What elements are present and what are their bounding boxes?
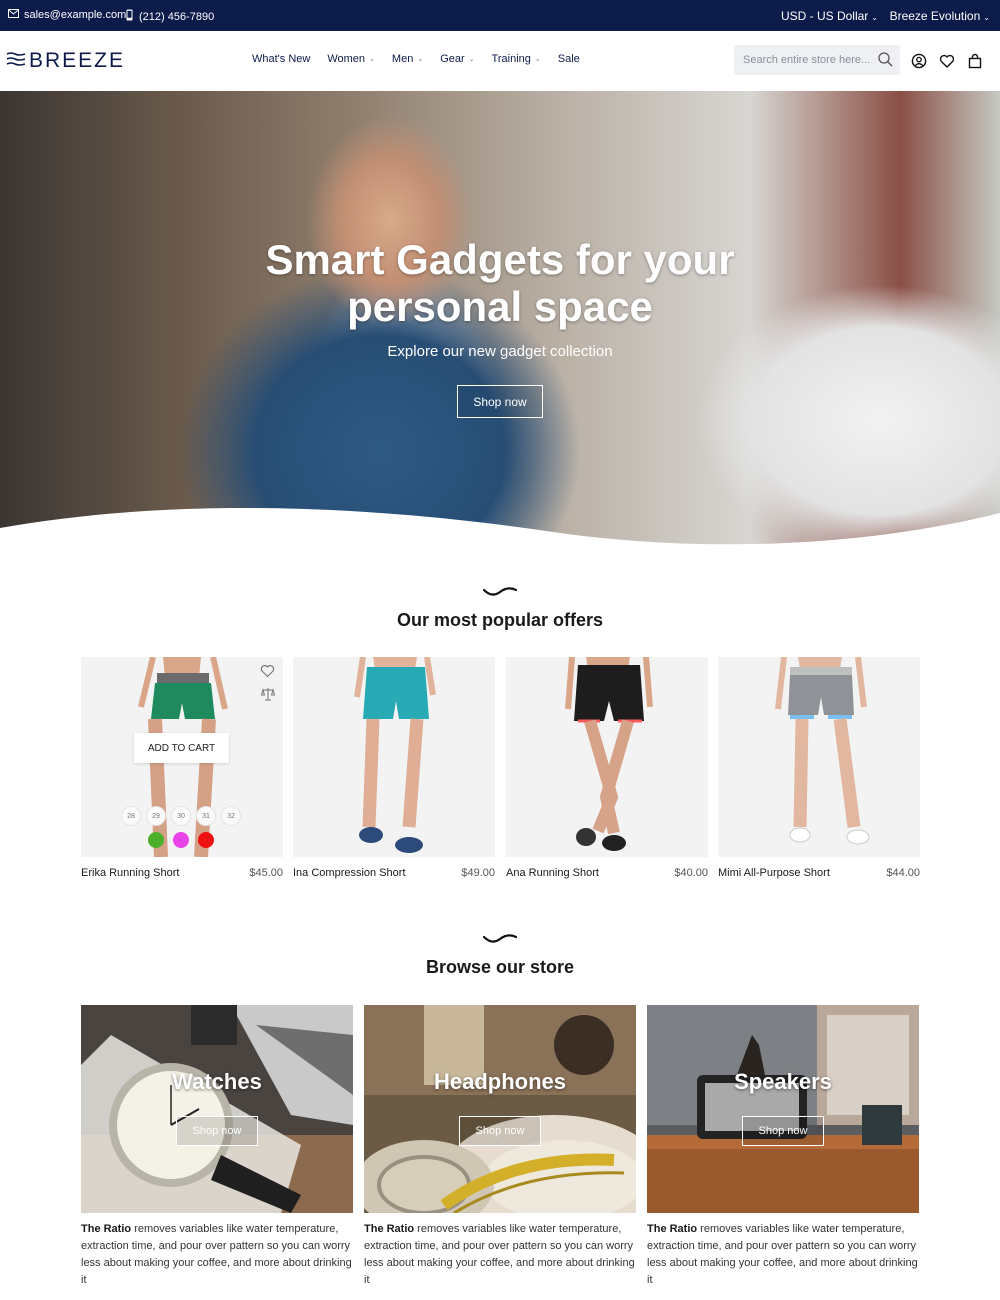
currency-label: USD - US Dollar [780, 9, 869, 23]
browse-store-title: Browse our store [425, 957, 575, 977]
product-image[interactable]: ADD TO CART [81, 657, 283, 857]
category-description: The Ratio removes variables like water t… [81, 1221, 353, 1289]
category-description-bold: The Ratio [647, 1223, 698, 1235]
nav-label: Women [327, 53, 366, 65]
account-icon[interactable] [911, 53, 927, 69]
chevron-down-icon: ⌄ [468, 56, 475, 63]
chevron-down-icon: ⌄ [417, 56, 424, 63]
product-name[interactable]: Erika Running Short [81, 867, 179, 879]
size-option[interactable]: 29 [146, 806, 166, 826]
category-title: Watches [172, 1069, 262, 1094]
logo[interactable]: BREEZE [6, 49, 125, 73]
product-photo [506, 657, 708, 857]
hero-wave-divider [0, 508, 1000, 551]
product-name[interactable]: Ana Running Short [506, 867, 599, 879]
search-icon[interactable] [878, 52, 893, 72]
product-image[interactable] [506, 657, 708, 857]
product-price: $40.00 [674, 867, 708, 879]
category-photo [364, 1005, 636, 1213]
size-option[interactable]: 30 [171, 806, 191, 826]
mail-icon [8, 9, 19, 21]
color-swatch-magenta[interactable] [173, 832, 189, 848]
category-description-bold: The Ratio [81, 1223, 132, 1235]
nav-item-women[interactable]: Women ⌄ [327, 53, 375, 65]
category-shop-now-button[interactable]: Shop now [176, 1116, 258, 1146]
category-image[interactable]: Watches Shop now [81, 1005, 353, 1213]
search-box [734, 45, 900, 75]
category-image[interactable]: Headphones Shop now [364, 1005, 636, 1213]
nav-label: Sale [557, 53, 580, 65]
category-image[interactable]: Speakers Shop now [647, 1005, 919, 1213]
logo-waves-icon [6, 51, 26, 71]
hero-subtitle: Explore our new gadget collection [387, 343, 613, 360]
product-image[interactable] [293, 657, 495, 857]
color-swatch-red[interactable] [198, 832, 214, 848]
nav-label: Gear [440, 53, 465, 65]
popular-offers-title: Our most popular offers [396, 610, 603, 630]
category-photo [647, 1005, 919, 1213]
product-photo [293, 657, 495, 857]
hero-banner: Smart Gadgets for your personal space Ex… [0, 91, 1000, 551]
chevron-down-icon: ⌄ [534, 56, 541, 63]
size-option[interactable]: 32 [221, 806, 241, 826]
product-price: $49.00 [461, 867, 495, 879]
nav-item-men[interactable]: Men ⌄ [392, 53, 423, 65]
category-description: The Ratio removes variables like water t… [647, 1221, 919, 1289]
color-swatch-green[interactable] [148, 832, 164, 848]
category-photo [81, 1005, 353, 1213]
nav-label: What's New [252, 53, 311, 65]
category-shop-now-button[interactable]: Shop now [459, 1116, 541, 1146]
product-name[interactable]: Ina Compression Short [293, 867, 406, 879]
site-header: BREEZE What's New Women ⌄ Men ⌄ Gear ⌄ Trai… [0, 31, 1000, 91]
phone-contact[interactable]: (212) 456-7890 [126, 9, 214, 24]
size-option[interactable]: 28 [121, 806, 141, 826]
product-price: $44.00 [886, 867, 920, 879]
store-label: Breeze Evolution [889, 9, 981, 23]
product-price: $45.00 [249, 867, 283, 879]
category-shop-now-button[interactable]: Shop now [742, 1116, 824, 1146]
logo-text: BREEZE [29, 49, 126, 72]
nav-item-whats-new[interactable]: What's New [252, 53, 310, 65]
squiggle-icon [483, 934, 517, 943]
chevron-down-icon: ⌄ [871, 13, 878, 22]
hero-title: Smart Gadgets for your personal space [265, 236, 735, 330]
category-description-bold: The Ratio [364, 1223, 415, 1235]
top-bar: sales@example.com (212) 456-7890 USD - U… [0, 0, 1000, 31]
wishlist-icon[interactable] [939, 53, 955, 69]
search-input[interactable] [734, 45, 874, 75]
product-image[interactable] [718, 657, 920, 857]
size-options: 28 29 30 31 32 [121, 806, 241, 826]
squiggle-icon [483, 587, 517, 596]
wishlist-heart-icon[interactable] [260, 664, 275, 683]
main-nav: What's New Women ⌄ Men ⌄ Gear ⌄ Training ⌄ S… [252, 53, 580, 65]
compare-icon[interactable] [260, 687, 276, 706]
nav-label: Men [391, 53, 414, 65]
add-to-cart-button[interactable]: ADD TO CART [134, 733, 229, 763]
product-photo [718, 657, 920, 857]
category-description: The Ratio removes variables like water t… [364, 1221, 636, 1289]
nav-item-gear[interactable]: Gear ⌄ [440, 53, 474, 65]
email-contact[interactable]: sales@example.com [8, 9, 126, 21]
chevron-down-icon: ⌄ [983, 13, 990, 22]
chevron-down-icon: ⌄ [369, 56, 375, 63]
size-option[interactable]: 31 [196, 806, 216, 826]
phone-text: (212) 456-7890 [139, 10, 215, 23]
store-switcher[interactable]: Breeze Evolution ⌄ [890, 9, 990, 23]
currency-switcher[interactable]: USD - US Dollar ⌄ [781, 9, 878, 23]
email-text: sales@example.com [24, 9, 127, 21]
phone-icon [126, 9, 133, 24]
cart-icon[interactable] [967, 53, 983, 69]
product-name[interactable]: Mimi All-Purpose Short [718, 867, 830, 879]
nav-label: Training [491, 53, 531, 65]
color-options [148, 832, 214, 848]
hero-shop-now-button[interactable]: Shop now [457, 385, 543, 418]
nav-item-sale[interactable]: Sale [558, 53, 580, 65]
nav-item-training[interactable]: Training ⌄ [492, 53, 541, 65]
category-title: Speakers [734, 1069, 832, 1094]
category-title: Headphones [433, 1069, 567, 1094]
